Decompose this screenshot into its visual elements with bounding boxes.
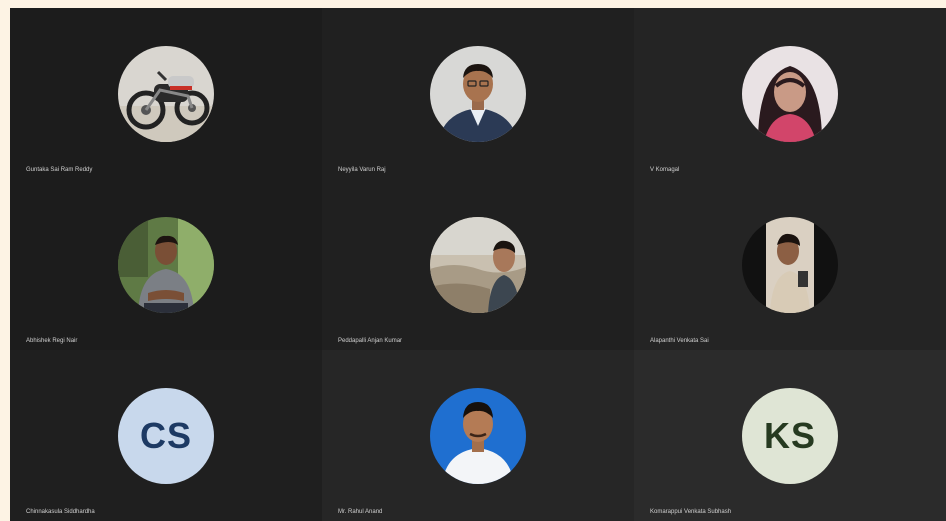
participant-tile[interactable]: V Komagal bbox=[634, 8, 946, 179]
participant-name: Mr. Rahul Anand bbox=[338, 509, 383, 515]
person-icon bbox=[742, 46, 838, 142]
participant-tile[interactable]: Alapanthi Venkata Sai bbox=[634, 179, 946, 350]
participant-name: Chinnakasula Siddhardha bbox=[26, 509, 95, 515]
participant-tile[interactable]: CS Chinnakasula Siddhardha bbox=[10, 350, 322, 521]
participant-name: Guntaka Sai Ram Reddy bbox=[26, 167, 93, 173]
participants-grid: Guntaka Sai Ram Reddy Neyyila Varun Raj bbox=[10, 8, 946, 521]
participant-tile[interactable]: Guntaka Sai Ram Reddy bbox=[10, 8, 322, 179]
participant-tile[interactable]: Neyyila Varun Raj bbox=[322, 8, 634, 179]
participant-name: Peddapalli Anjan Kumar bbox=[338, 338, 403, 344]
motorcycle-icon bbox=[118, 46, 214, 142]
initials-avatar: KS bbox=[742, 388, 838, 484]
participant-tile[interactable]: Mr. Rahul Anand bbox=[322, 350, 634, 521]
participant-name: Abhishek Regi Nair bbox=[26, 338, 78, 344]
avatar bbox=[118, 217, 214, 313]
avatar bbox=[742, 217, 838, 313]
person-icon bbox=[430, 46, 526, 142]
participant-tile[interactable]: Peddapalli Anjan Kumar bbox=[322, 179, 634, 350]
person-icon bbox=[430, 388, 526, 484]
avatar bbox=[742, 46, 838, 142]
person-icon bbox=[430, 217, 526, 313]
initials-avatar: CS bbox=[118, 388, 214, 484]
participant-tile[interactable]: KS Komarappui Venkata Subhash bbox=[634, 350, 946, 521]
participant-name: V Komagal bbox=[650, 167, 680, 173]
participant-name: Neyyila Varun Raj bbox=[338, 167, 386, 173]
participant-tile[interactable]: Abhishek Regi Nair bbox=[10, 179, 322, 350]
avatar bbox=[430, 217, 526, 313]
avatar bbox=[430, 388, 526, 484]
participant-name: Alapanthi Venkata Sai bbox=[650, 338, 709, 344]
avatar bbox=[430, 46, 526, 142]
participant-name: Komarappui Venkata Subhash bbox=[650, 509, 732, 515]
person-icon bbox=[742, 217, 838, 313]
avatar bbox=[118, 46, 214, 142]
person-icon bbox=[118, 217, 214, 313]
